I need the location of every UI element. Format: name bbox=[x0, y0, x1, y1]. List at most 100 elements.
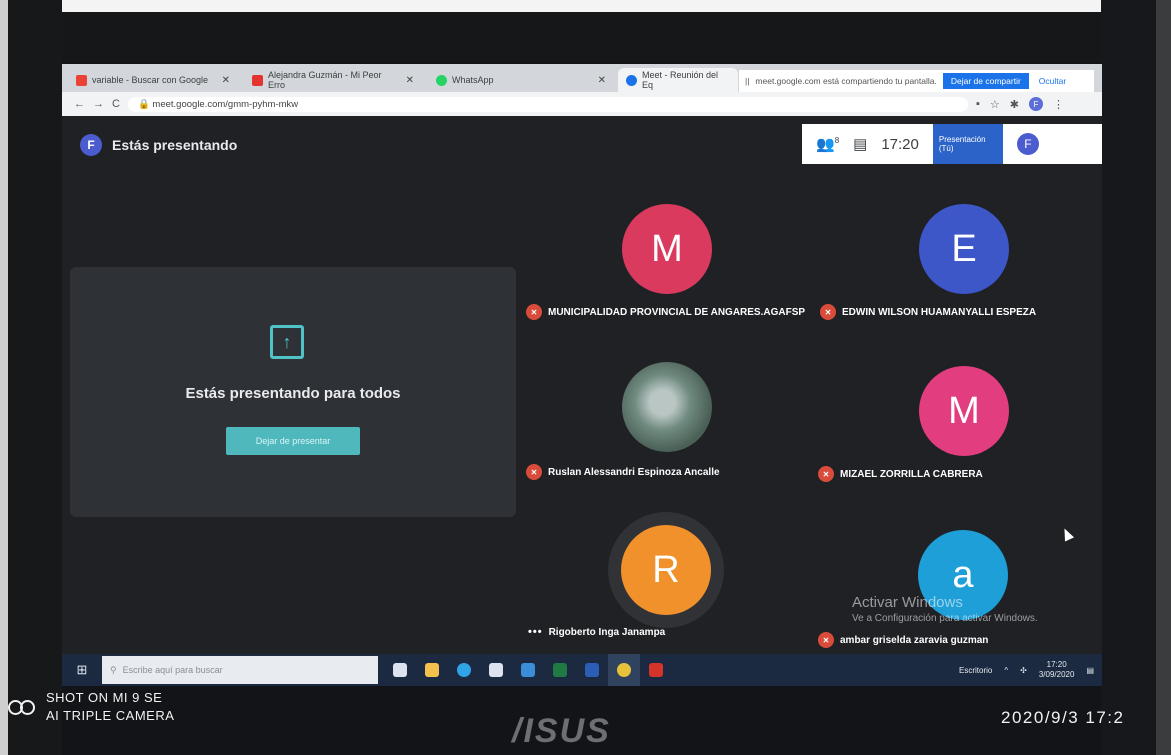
meet-top-controls: 👥8 ▤ 17:20 Presentación (Tú) F bbox=[802, 124, 1102, 164]
google-favicon-icon bbox=[76, 74, 87, 86]
tab-youtube[interactable]: Alejandra Guzmán - Mi Peor Erro ✕ bbox=[244, 68, 422, 92]
stop-presenting-button[interactable]: Dejar de presentar bbox=[226, 427, 360, 455]
camera-watermark: SHOT ON MI 9 SE AI TRIPLE CAMERA bbox=[8, 689, 174, 725]
mail-icon[interactable] bbox=[512, 654, 544, 686]
participant-name: ••• Rigoberto Inga Janampa bbox=[528, 626, 665, 638]
mic-off-icon: ✕ bbox=[526, 464, 542, 480]
people-icon[interactable]: 👥8 bbox=[816, 135, 839, 153]
search-placeholder: Escribe aquí para buscar bbox=[122, 665, 223, 675]
photo-frame: variable - Buscar con Google ✕ Alejandra… bbox=[0, 0, 1171, 755]
presentation-label: Presentación bbox=[938, 135, 986, 144]
forward-icon[interactable]: → bbox=[93, 98, 104, 110]
self-avatar: F bbox=[1016, 133, 1039, 155]
participants-grid bbox=[518, 164, 1102, 654]
explorer-icon[interactable] bbox=[416, 654, 448, 686]
shot-line-2: AI TRIPLE CAMERA bbox=[46, 708, 175, 723]
menu-icon[interactable]: ⋮ bbox=[1053, 98, 1064, 111]
taskbar-clock[interactable]: 17:20 3/09/2020 bbox=[1039, 660, 1075, 680]
desktop-label[interactable]: Escritorio bbox=[959, 666, 992, 675]
participant-name: ✕ EDWIN WILSON HUAMANYALLI ESPEZA bbox=[820, 304, 1036, 320]
participant-name-text: Rigoberto Inga Janampa bbox=[548, 626, 666, 638]
back-icon[interactable]: ← bbox=[74, 98, 85, 110]
mic-off-icon: ✕ bbox=[820, 304, 836, 320]
task-view-icon[interactable] bbox=[384, 654, 416, 686]
taskbar-search-input[interactable]: ⚲ Escribe aquí para buscar bbox=[102, 656, 378, 684]
chevron-up-icon[interactable]: ^ bbox=[1004, 666, 1008, 675]
asus-logo: /ISUS bbox=[512, 712, 611, 750]
clock-date: 3/09/2020 bbox=[1038, 670, 1075, 679]
store-icon[interactable] bbox=[480, 654, 512, 686]
more-options-icon[interactable]: ••• bbox=[528, 626, 543, 638]
tab-google-search[interactable]: variable - Buscar con Google ✕ bbox=[68, 68, 238, 92]
word-icon[interactable] bbox=[576, 654, 608, 686]
participant-name: ✕ Ruslan Alessandri Espinoza Ancalle bbox=[526, 464, 720, 480]
tab-label: WhatsApp bbox=[452, 75, 494, 85]
search-icon: ⚲ bbox=[110, 664, 117, 675]
laptop-bezel-left bbox=[0, 0, 62, 755]
notifications-icon[interactable]: ▤ bbox=[1086, 666, 1094, 675]
participant-name-text: EDWIN WILSON HUAMANYALLI ESPEZA bbox=[842, 306, 1037, 318]
participant-name-text: ambar griselda zaravia guzman bbox=[840, 634, 989, 646]
star-icon[interactable]: ☆ bbox=[990, 98, 1000, 111]
chrome-icon[interactable] bbox=[608, 654, 640, 686]
close-icon[interactable]: ✕ bbox=[222, 75, 230, 86]
participant-name: ✕ ambar griselda zaravia guzman bbox=[818, 632, 988, 648]
participant-name: ✕ MUNICIPALIDAD PROVINCIAL DE ANGARES.AG… bbox=[526, 304, 805, 320]
tab-whatsapp[interactable]: WhatsApp ✕ bbox=[428, 68, 614, 92]
presentation-tile[interactable]: Presentación (Tú) bbox=[932, 124, 1003, 164]
pause-icon: || bbox=[745, 76, 750, 86]
dropbox-icon[interactable]: ✣ bbox=[1020, 666, 1027, 675]
participant-photo bbox=[622, 362, 712, 452]
url-input[interactable]: 🔒 meet.google.com/gmm-pyhm-mkw bbox=[127, 96, 968, 112]
profile-avatar[interactable]: F bbox=[1028, 97, 1043, 111]
participant-name-text: MIZAEL ZORRILLA CABRERA bbox=[840, 468, 983, 480]
edge-icon[interactable] bbox=[448, 654, 480, 686]
close-icon[interactable]: ✕ bbox=[406, 75, 414, 86]
meeting-time: 17:20 bbox=[881, 135, 919, 153]
browser-tabbar: variable - Buscar con Google ✕ Alejandra… bbox=[62, 64, 1102, 92]
activate-windows-watermark: Activar Windows Ve a Configuración para … bbox=[852, 594, 1038, 624]
system-tray: Escritorio ^ ✣ 17:20 3/09/2020 ▤ bbox=[959, 654, 1094, 686]
camera-watermark-text: SHOT ON MI 9 SE AI TRIPLE CAMERA bbox=[46, 689, 174, 725]
whatsapp-favicon-icon bbox=[436, 74, 447, 86]
laptop-screen: variable - Buscar con Google ✕ Alejandra… bbox=[62, 64, 1102, 686]
meet-favicon-icon bbox=[626, 74, 637, 86]
tab-label: variable - Buscar con Google bbox=[92, 75, 209, 85]
hide-button[interactable]: Ocultar bbox=[1039, 76, 1066, 86]
participant-avatar: E bbox=[919, 204, 1009, 294]
browser-actions: ▪ ☆ ✱ F ⋮ bbox=[976, 97, 1064, 111]
shot-line-1: SHOT ON MI 9 SE bbox=[46, 690, 163, 705]
cast-icon[interactable]: ▪ bbox=[976, 98, 980, 110]
avatar: F bbox=[80, 134, 102, 156]
reload-icon[interactable]: C bbox=[112, 98, 120, 110]
mic-off-icon: ✕ bbox=[818, 466, 834, 482]
tab-meet[interactable]: Meet - Reunión del Eq bbox=[618, 68, 738, 92]
mic-off-icon: ✕ bbox=[526, 304, 542, 320]
stop-sharing-button[interactable]: Dejar de compartir bbox=[942, 73, 1029, 89]
address-bar: ← → C 🔒 meet.google.com/gmm-pyhm-mkw ▪ ☆… bbox=[62, 92, 1102, 116]
date-stamp: 2020/9/3 17:2 bbox=[1001, 708, 1125, 727]
tab-label: Meet - Reunión del Eq bbox=[642, 70, 719, 90]
acrobat-icon[interactable] bbox=[640, 654, 672, 686]
participant-name-text: MUNICIPALIDAD PROVINCIAL DE ANGARES.AGAF… bbox=[548, 306, 806, 318]
chat-icon[interactable]: ▤ bbox=[853, 135, 867, 153]
participant-avatar: R bbox=[621, 525, 711, 615]
close-icon[interactable]: ✕ bbox=[598, 75, 606, 86]
participant-name-text: Ruslan Alessandri Espinoza Ancalle bbox=[548, 466, 720, 478]
tab-label: Alejandra Guzmán - Mi Peor Erro bbox=[268, 70, 382, 90]
youtube-favicon-icon bbox=[252, 74, 263, 86]
excel-icon[interactable] bbox=[544, 654, 576, 686]
extensions-icon[interactable]: ✱ bbox=[1010, 98, 1019, 111]
presenting-card: ↑ Estás presentando para todos Dejar de … bbox=[70, 267, 516, 517]
screen-share-notice: || meet.google.com está compartiendo tu … bbox=[739, 70, 1094, 92]
presentation-sub: (Tú) bbox=[938, 144, 954, 153]
activate-windows-subtitle: Ve a Configuración para activar Windows. bbox=[852, 613, 1038, 624]
people-count: 8 bbox=[834, 136, 840, 145]
windows-start-icon[interactable]: ⊞ bbox=[62, 654, 102, 686]
participant-name: ✕ MIZAEL ZORRILLA CABRERA bbox=[818, 466, 983, 482]
url-text: meet.google.com/gmm-pyhm-mkw bbox=[152, 98, 299, 110]
camera-logo-icon bbox=[8, 699, 35, 715]
presenting-title: Estás presentando bbox=[112, 137, 238, 153]
laptop-bezel-top bbox=[0, 0, 1171, 62]
participant-avatar: M bbox=[622, 204, 712, 294]
